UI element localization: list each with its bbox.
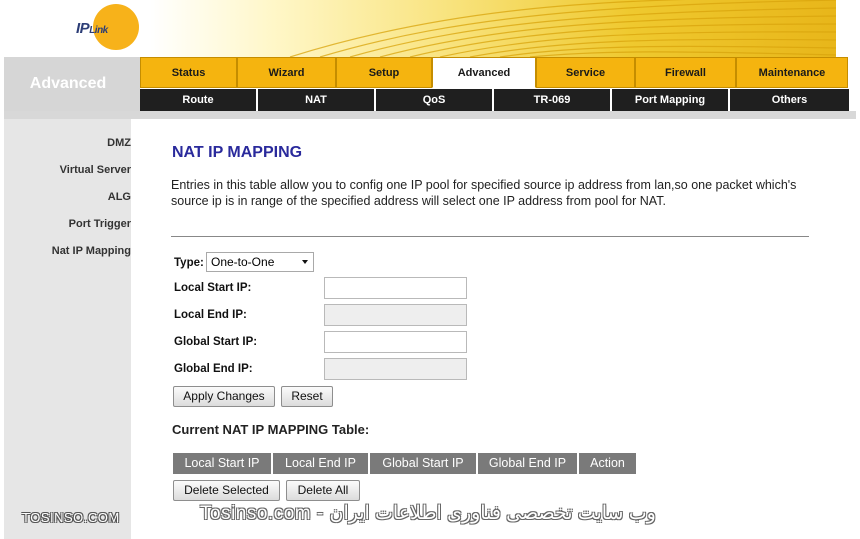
column-header-action: Action bbox=[579, 453, 636, 474]
reset-button[interactable]: Reset bbox=[281, 386, 333, 407]
section-header-label: Advanced bbox=[29, 75, 107, 92]
subnav-tr069[interactable]: TR-069 bbox=[494, 89, 612, 111]
subnav-port-mapping[interactable]: Port Mapping bbox=[612, 89, 730, 111]
local-start-ip-input[interactable] bbox=[324, 277, 467, 299]
tab-service[interactable]: Service bbox=[536, 57, 635, 88]
global-start-ip-input[interactable] bbox=[324, 331, 467, 353]
type-label: Type: bbox=[174, 257, 204, 269]
column-header-global-end-ip: Global End IP bbox=[478, 453, 577, 474]
table-title: Current NAT IP MAPPING Table: bbox=[172, 422, 370, 437]
apply-changes-button[interactable]: Apply Changes bbox=[173, 386, 275, 407]
column-header-local-start-ip: Local Start IP bbox=[173, 453, 271, 474]
type-select[interactable]: One-to-One bbox=[206, 252, 314, 272]
subnav-others[interactable]: Others bbox=[730, 89, 849, 111]
sidebar-item-virtual-server[interactable]: Virtual Server bbox=[4, 164, 131, 176]
type-select-value: One-to-One bbox=[211, 255, 275, 269]
sidebar: DMZ Virtual Server ALG Port Trigger Nat … bbox=[4, 119, 131, 539]
local-end-ip-label: Local End IP: bbox=[174, 309, 247, 321]
divider bbox=[171, 236, 809, 237]
header-banner-pattern bbox=[289, 0, 836, 57]
main-tabs: Status Wizard Setup Advanced Service Fir… bbox=[140, 57, 848, 89]
header-banner bbox=[150, 0, 836, 57]
subnav-route[interactable]: Route bbox=[140, 89, 258, 111]
delete-selected-button[interactable]: Delete Selected bbox=[173, 480, 280, 501]
watermark-left: TOSINSO.COM bbox=[22, 510, 120, 525]
delete-all-button[interactable]: Delete All bbox=[286, 480, 360, 501]
page-description: Entries in this table allow you to confi… bbox=[171, 178, 797, 208]
sidebar-item-dmz[interactable]: DMZ bbox=[4, 137, 131, 149]
sidebar-item-nat-ip-mapping[interactable]: Nat IP Mapping bbox=[4, 245, 131, 257]
tab-maintenance[interactable]: Maintenance bbox=[736, 57, 848, 88]
tab-setup[interactable]: Setup bbox=[336, 57, 432, 88]
column-header-local-end-ip: Local End IP bbox=[273, 453, 368, 474]
global-end-ip-input[interactable] bbox=[324, 358, 467, 380]
tab-firewall[interactable]: Firewall bbox=[635, 57, 736, 88]
subnav-qos[interactable]: QoS bbox=[376, 89, 494, 111]
separator-band bbox=[4, 111, 856, 119]
global-end-ip-label: Global End IP: bbox=[174, 363, 253, 375]
local-start-ip-label: Local Start IP: bbox=[174, 282, 252, 294]
sidebar-item-port-trigger[interactable]: Port Trigger bbox=[4, 218, 131, 230]
logo-text-small: Link bbox=[89, 25, 108, 36]
subnav-nat[interactable]: NAT bbox=[258, 89, 376, 111]
sub-navigation: Route NAT QoS TR-069 Port Mapping Others bbox=[140, 89, 849, 111]
logo: IPLink bbox=[66, 4, 146, 54]
column-header-global-start-ip: Global Start IP bbox=[370, 453, 476, 474]
watermark-right: Tosinso.com - وب سایت تخصصی فناوری اطلاع… bbox=[200, 503, 656, 524]
tab-advanced[interactable]: Advanced bbox=[432, 57, 536, 88]
global-start-ip-label: Global Start IP: bbox=[174, 336, 258, 348]
tab-wizard[interactable]: Wizard bbox=[237, 57, 336, 88]
tab-status[interactable]: Status bbox=[140, 57, 237, 88]
local-end-ip-input[interactable] bbox=[324, 304, 467, 326]
page-title: NAT IP MAPPING bbox=[172, 144, 303, 161]
sidebar-item-alg[interactable]: ALG bbox=[4, 191, 131, 203]
logo-text-big: IP bbox=[76, 20, 90, 37]
chevron-down-icon bbox=[302, 260, 308, 264]
